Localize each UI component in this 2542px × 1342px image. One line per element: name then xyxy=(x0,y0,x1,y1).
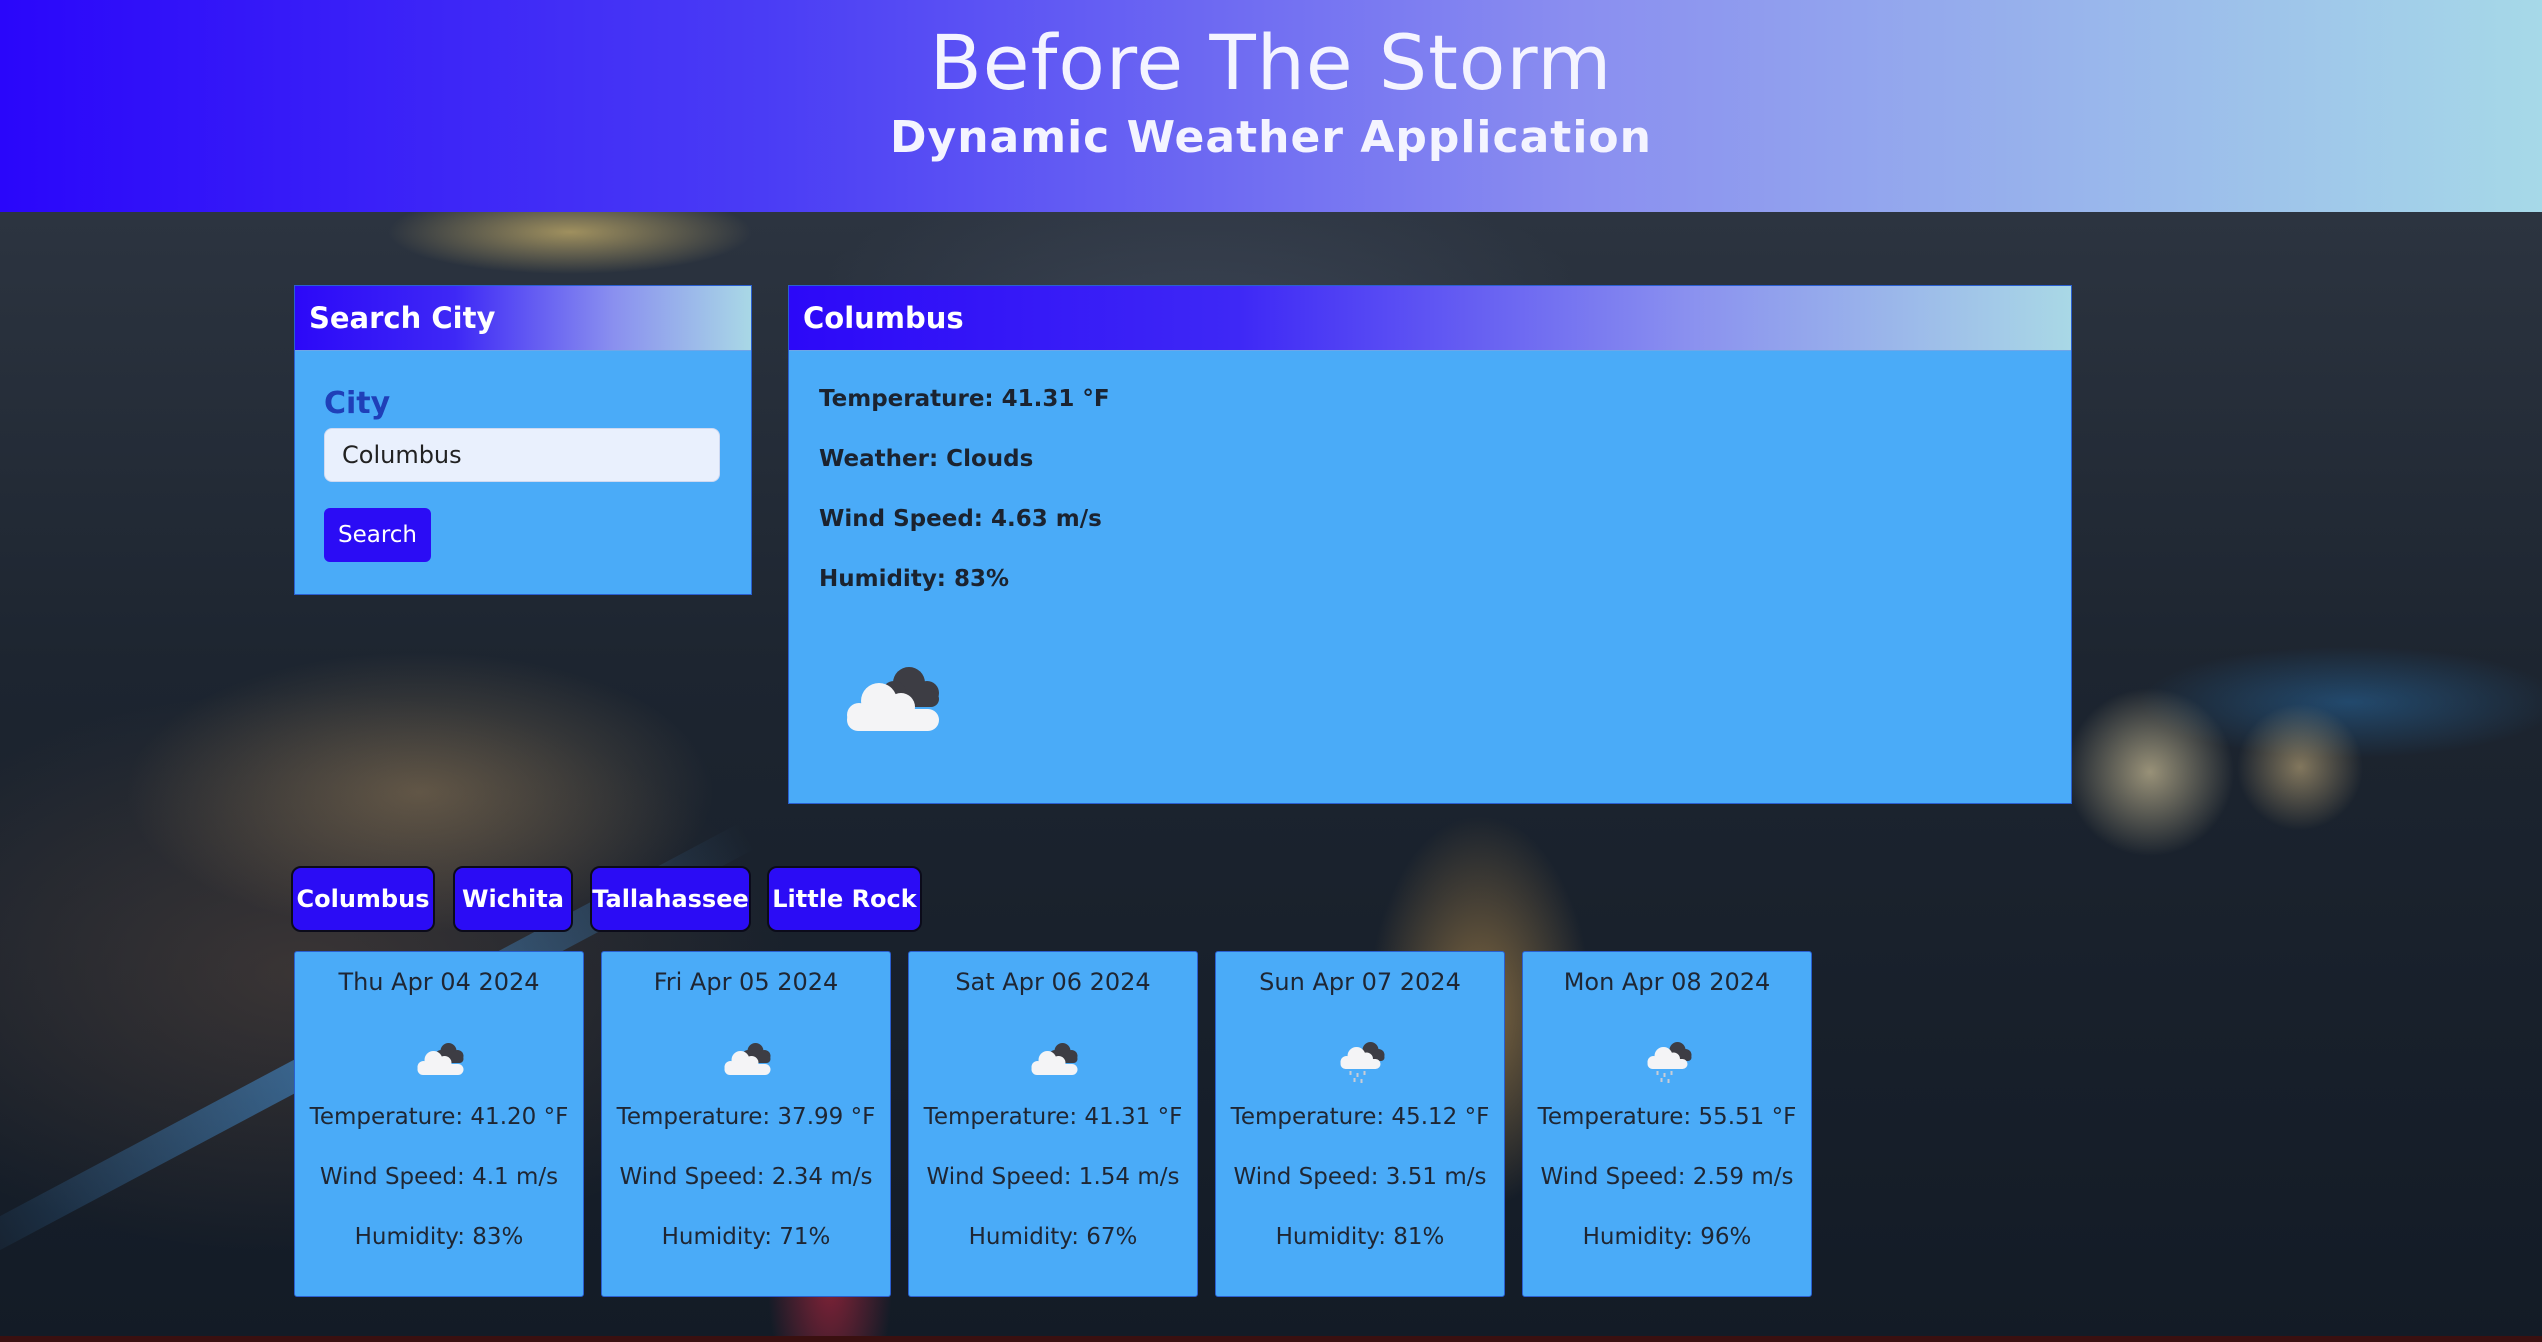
current-weather: Weather: Clouds xyxy=(819,446,1034,472)
forecast-date: Fri Apr 05 2024 xyxy=(653,968,839,996)
forecast-card: Sun Apr 07 2024 Temperature: 45.12 °F Wi… xyxy=(1215,951,1505,1297)
history-button-little-rock[interactable]: Little Rock xyxy=(767,866,922,932)
forecast-temperature: Temperature: 37.99 °F xyxy=(616,1104,876,1130)
app-title: Before The Storm xyxy=(929,18,1613,107)
forecast-date: Sat Apr 06 2024 xyxy=(955,968,1151,996)
history-button-wichita[interactable]: Wichita xyxy=(453,866,573,932)
forecast-humidity: Humidity: 81% xyxy=(1275,1224,1445,1250)
city-input[interactable] xyxy=(324,428,720,482)
current-humidity: Humidity: 83% xyxy=(819,566,1010,592)
forecast-date: Mon Apr 08 2024 xyxy=(1563,968,1771,996)
forecast-temperature: Temperature: 41.20 °F xyxy=(309,1104,569,1130)
forecast-temperature: Temperature: 45.12 °F xyxy=(1230,1104,1490,1130)
app-header: Before The Storm Dynamic Weather Applica… xyxy=(0,0,2542,212)
forecast-card: Fri Apr 05 2024 Temperature: 37.99 °F Wi… xyxy=(601,951,891,1297)
forecast-card: Mon Apr 08 2024 Temperature: 55.51 °F Wi… xyxy=(1522,951,1812,1297)
forecast-card: Thu Apr 04 2024 Temperature: 41.20 °F Wi… xyxy=(294,951,584,1297)
search-panel: Search City City Search xyxy=(294,285,752,595)
forecast-wind-speed: Wind Speed: 2.34 m/s xyxy=(619,1164,873,1190)
current-city-title: Columbus xyxy=(789,286,2071,351)
bottom-divider xyxy=(0,1336,2542,1342)
current-wind-speed: Wind Speed: 4.63 m/s xyxy=(819,506,1102,532)
cloudy-icon xyxy=(1031,1043,1078,1075)
forecast-wind-speed: Wind Speed: 3.51 m/s xyxy=(1233,1164,1487,1190)
cloudy-icon xyxy=(847,667,939,731)
app-subtitle: Dynamic Weather Application xyxy=(890,112,1652,163)
rain-icon xyxy=(1647,1042,1692,1083)
city-label: City xyxy=(324,386,391,421)
forecast-humidity: Humidity: 83% xyxy=(354,1224,524,1250)
forecast-card: Sat Apr 06 2024 Temperature: 41.31 °F Wi… xyxy=(908,951,1198,1297)
forecast-temperature: Temperature: 41.31 °F xyxy=(923,1104,1183,1130)
search-panel-title: Search City xyxy=(295,286,751,351)
forecast-temperature: Temperature: 55.51 °F xyxy=(1537,1104,1797,1130)
forecast-humidity: Humidity: 96% xyxy=(1582,1224,1752,1250)
cloudy-icon xyxy=(417,1043,464,1075)
current-weather-panel: Columbus Temperature: 41.31 °F Weather: … xyxy=(788,285,2072,804)
forecast-wind-speed: Wind Speed: 2.59 m/s xyxy=(1540,1164,1794,1190)
history-button-tallahassee[interactable]: Tallahassee xyxy=(590,866,751,932)
rain-icon xyxy=(1340,1042,1385,1083)
forecast-wind-speed: Wind Speed: 1.54 m/s xyxy=(926,1164,1180,1190)
forecast-date: Thu Apr 04 2024 xyxy=(338,968,540,996)
search-button[interactable]: Search xyxy=(324,508,431,562)
forecast-humidity: Humidity: 67% xyxy=(968,1224,1138,1250)
forecast-date: Sun Apr 07 2024 xyxy=(1259,968,1461,996)
forecast-wind-speed: Wind Speed: 4.1 m/s xyxy=(319,1164,559,1190)
forecast-humidity: Humidity: 71% xyxy=(661,1224,831,1250)
history-button-columbus[interactable]: Columbus xyxy=(291,866,435,932)
cloudy-icon xyxy=(724,1043,771,1075)
current-temperature: Temperature: 41.31 °F xyxy=(819,386,1110,412)
